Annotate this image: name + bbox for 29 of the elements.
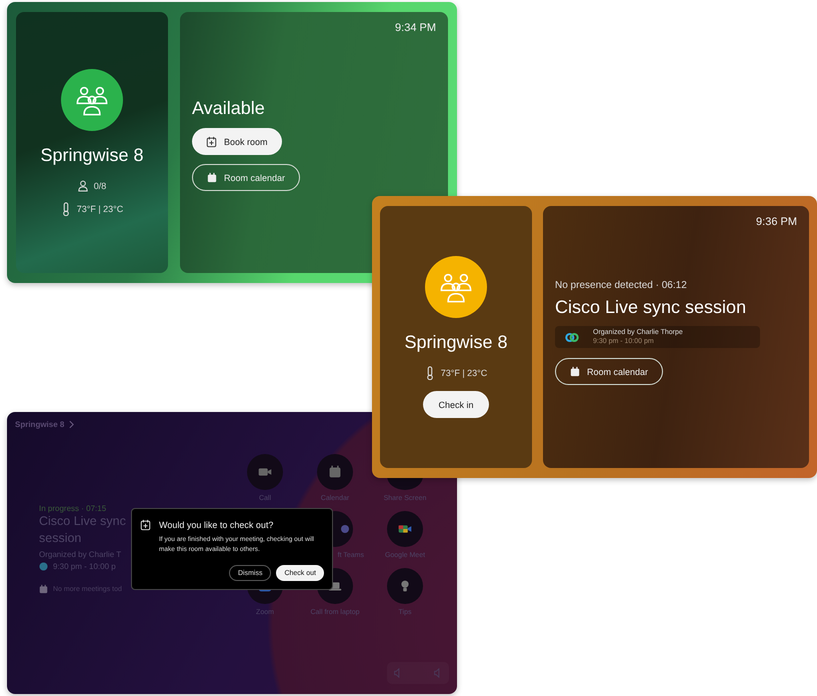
thermometer-icon bbox=[60, 202, 71, 216]
room-calendar-button[interactable]: Room calendar bbox=[555, 358, 664, 385]
thermometer-icon bbox=[424, 366, 435, 380]
occupancy-count: 0/8 bbox=[94, 181, 106, 191]
book-room-button[interactable]: Book room bbox=[192, 128, 282, 155]
clock-time: 9:34 PM bbox=[395, 22, 436, 34]
meeting-title: Cisco Live sync bbox=[39, 513, 126, 530]
calendar-icon bbox=[570, 366, 580, 377]
temperature: 73°F | 23°C bbox=[440, 368, 488, 378]
room-name: Springwise 8 bbox=[40, 145, 144, 166]
clock-time: 9:36 PM bbox=[756, 216, 797, 228]
room-status: Available bbox=[192, 98, 265, 119]
presence-notice: No presence detected · 06:12 bbox=[555, 280, 687, 291]
rings-icon bbox=[565, 332, 579, 342]
calendar-plus-icon bbox=[140, 519, 151, 531]
temperature: 73°F | 23°C bbox=[76, 204, 124, 214]
calendar-icon bbox=[207, 172, 217, 183]
room-name: Springwise 8 bbox=[15, 420, 64, 429]
meeting-title: Cisco Live sync session bbox=[555, 297, 746, 318]
dialog-title: Would you like to check out? bbox=[159, 520, 274, 530]
check-in-button[interactable]: Check in bbox=[423, 391, 488, 418]
chevron-icon bbox=[69, 420, 74, 429]
calendar-plus-icon bbox=[206, 136, 217, 148]
calendar-icon bbox=[39, 584, 48, 594]
room-name: Springwise 8 bbox=[404, 332, 508, 353]
meeting-title: session bbox=[39, 530, 82, 547]
meeting-status: In progress · 07:15 bbox=[39, 504, 108, 513]
person-icon bbox=[78, 179, 88, 193]
room-calendar-button[interactable]: Room calendar bbox=[192, 164, 300, 191]
